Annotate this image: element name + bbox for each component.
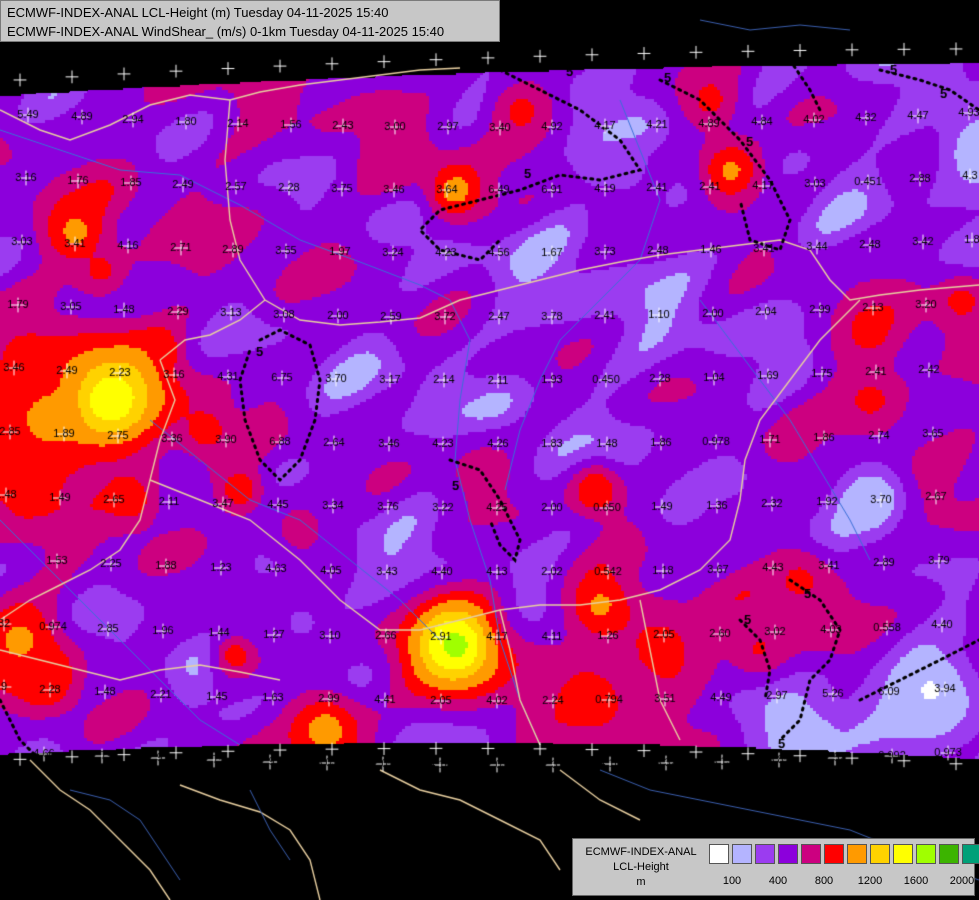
legend-tick-label: 400 [768,875,788,887]
legend-swatch [778,844,798,864]
legend-title: ECMWF-INDEX-ANAL LCL-Height m [579,845,703,890]
map-title-panel: ECMWF-INDEX-ANAL LCL-Height (m) Tuesday … [0,0,500,42]
legend-title-unit: m [636,876,646,888]
legend-swatch [939,844,959,864]
legend-tick-label: 2000 [949,875,975,887]
legend-tick-label: 1200 [857,875,883,887]
legend-swatch [755,844,775,864]
legend-swatch [870,844,890,864]
color-legend: ECMWF-INDEX-ANAL LCL-Height m 100 400 800 1… [572,838,979,896]
legend-swatch [916,844,936,864]
legend-swatch [709,844,729,864]
legend-title-model: ECMWF-INDEX-ANAL [585,846,697,858]
title-wind-shear: ECMWF-INDEX-ANAL WindShear_ (m/s) 0-1km … [7,24,445,39]
legend-swatch [801,844,821,864]
legend-tick-labels: 100 400 800 1200 1600 2000 [709,875,979,889]
legend-title-variable: LCL-Height [613,861,669,873]
legend-swatch [824,844,844,864]
legend-swatch [732,844,752,864]
legend-swatches [709,844,979,864]
legend-tick-label: 100 [722,875,742,887]
legend-tick-label: 1600 [903,875,929,887]
lcl-height-map [0,0,979,900]
legend-swatch [893,844,913,864]
title-lcl-height: ECMWF-INDEX-ANAL LCL-Height (m) Tuesday … [7,5,389,20]
legend-tick-label: 800 [814,875,834,887]
legend-swatch [962,844,979,864]
legend-swatch [847,844,867,864]
